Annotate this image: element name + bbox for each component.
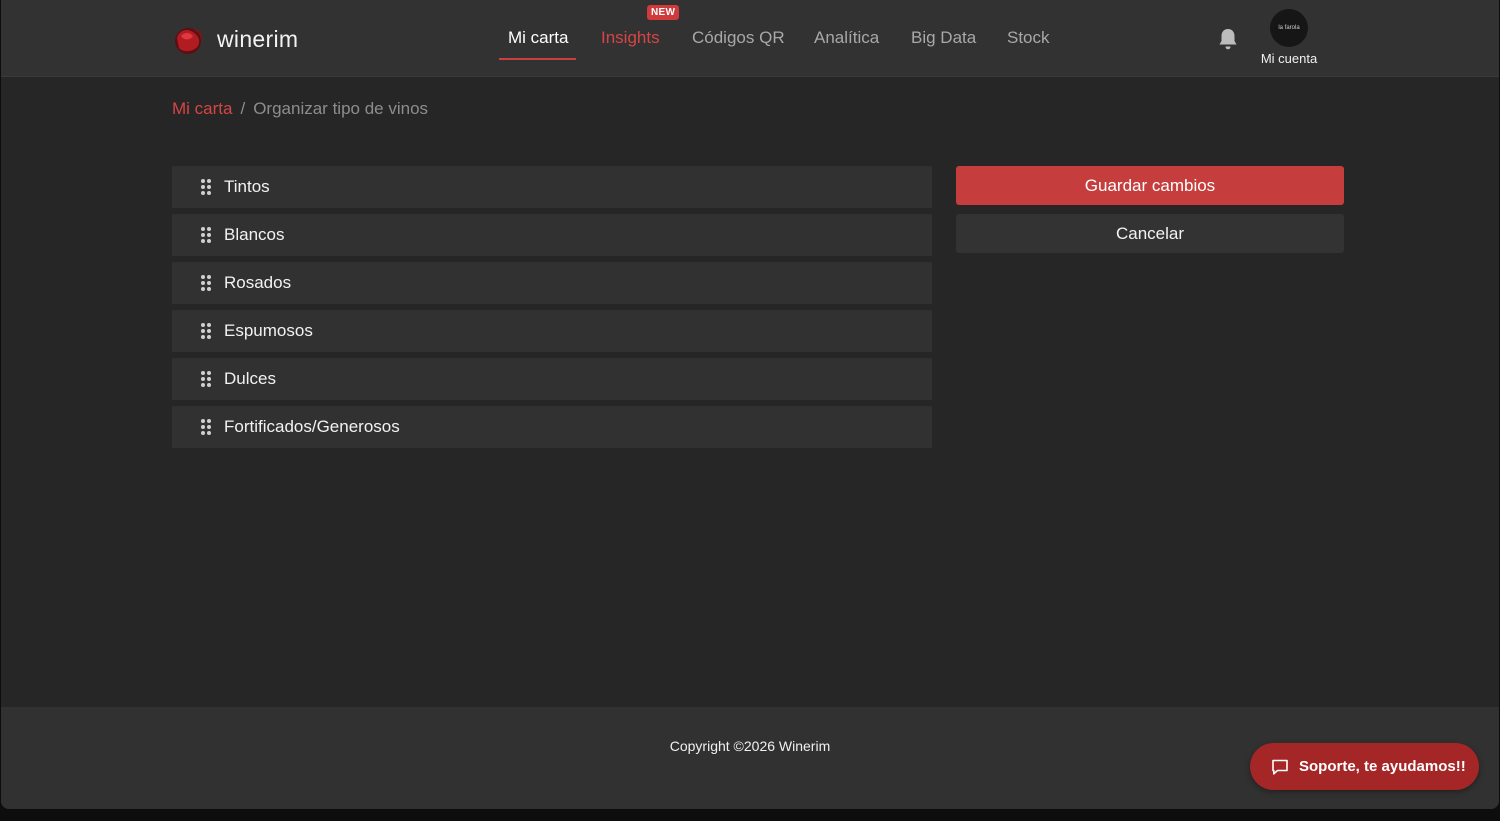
drag-handle-icon[interactable] [201,371,211,387]
breadcrumb-separator: / [240,99,246,118]
support-label: Soporte, te ayudamos!! [1299,758,1466,775]
wine-type-label: Rosados [224,273,292,292]
support-chat-button[interactable]: Soporte, te ayudamos!! [1250,743,1479,790]
list-item[interactable]: Tintos [172,166,932,208]
save-changes-button[interactable]: Guardar cambios [956,166,1344,205]
nav-item-codigos-qr[interactable]: Códigos QR [692,28,785,48]
nav-item-analitica[interactable]: Analítica [814,28,879,48]
drag-handle-icon[interactable] [201,227,211,243]
list-item[interactable]: Blancos [172,214,932,256]
bell-icon[interactable] [1217,27,1239,51]
wine-type-label: Fortificados/Generosos [224,417,400,436]
wine-type-label: Blancos [224,225,285,244]
avatar-text: la farola [1278,25,1300,31]
breadcrumb-current: Organizar tipo de vinos [253,99,429,118]
drag-handle-icon[interactable] [201,419,211,435]
new-badge: NEW [647,5,680,20]
breadcrumb-link-mi-carta[interactable]: Mi carta [172,99,232,118]
chat-bubble-icon [1272,759,1288,775]
wine-type-label: Dulces [224,369,276,388]
list-item[interactable]: Rosados [172,262,932,304]
nav-item-insights[interactable]: Insights [601,28,660,48]
active-nav-indicator [499,58,576,60]
breadcrumb: Mi carta / Organizar tipo de vinos [172,99,428,119]
brand-name: winerim [217,25,299,52]
drag-handle-icon[interactable] [201,179,211,195]
account-menu[interactable]: la farola Mi cuenta [1251,9,1327,66]
nav-item-stock[interactable]: Stock [1007,28,1050,48]
top-header: winerim Mi carta Insights Códigos QR Ana… [1,0,1499,77]
wine-type-sortable-list: Tintos Blancos Rosados Espumosos Dulces … [172,166,932,454]
list-item[interactable]: Dulces [172,358,932,400]
list-item[interactable]: Fortificados/Generosos [172,406,932,448]
list-item[interactable]: Espumosos [172,310,932,352]
cancel-button[interactable]: Cancelar [956,214,1344,253]
app-window: winerim Mi carta Insights Códigos QR Ana… [1,0,1499,809]
drag-handle-icon[interactable] [201,275,211,291]
brand-logo[interactable]: winerim [171,22,298,56]
drag-handle-icon[interactable] [201,323,211,339]
nav-item-big-data[interactable]: Big Data [911,28,976,48]
account-label: Mi cuenta [1260,51,1318,66]
avatar: la farola [1270,9,1308,47]
wine-type-label: Tintos [224,177,270,196]
wine-glass-logo-icon [175,28,203,54]
wine-type-label: Espumosos [224,321,313,340]
nav-item-mi-carta[interactable]: Mi carta [508,28,568,48]
